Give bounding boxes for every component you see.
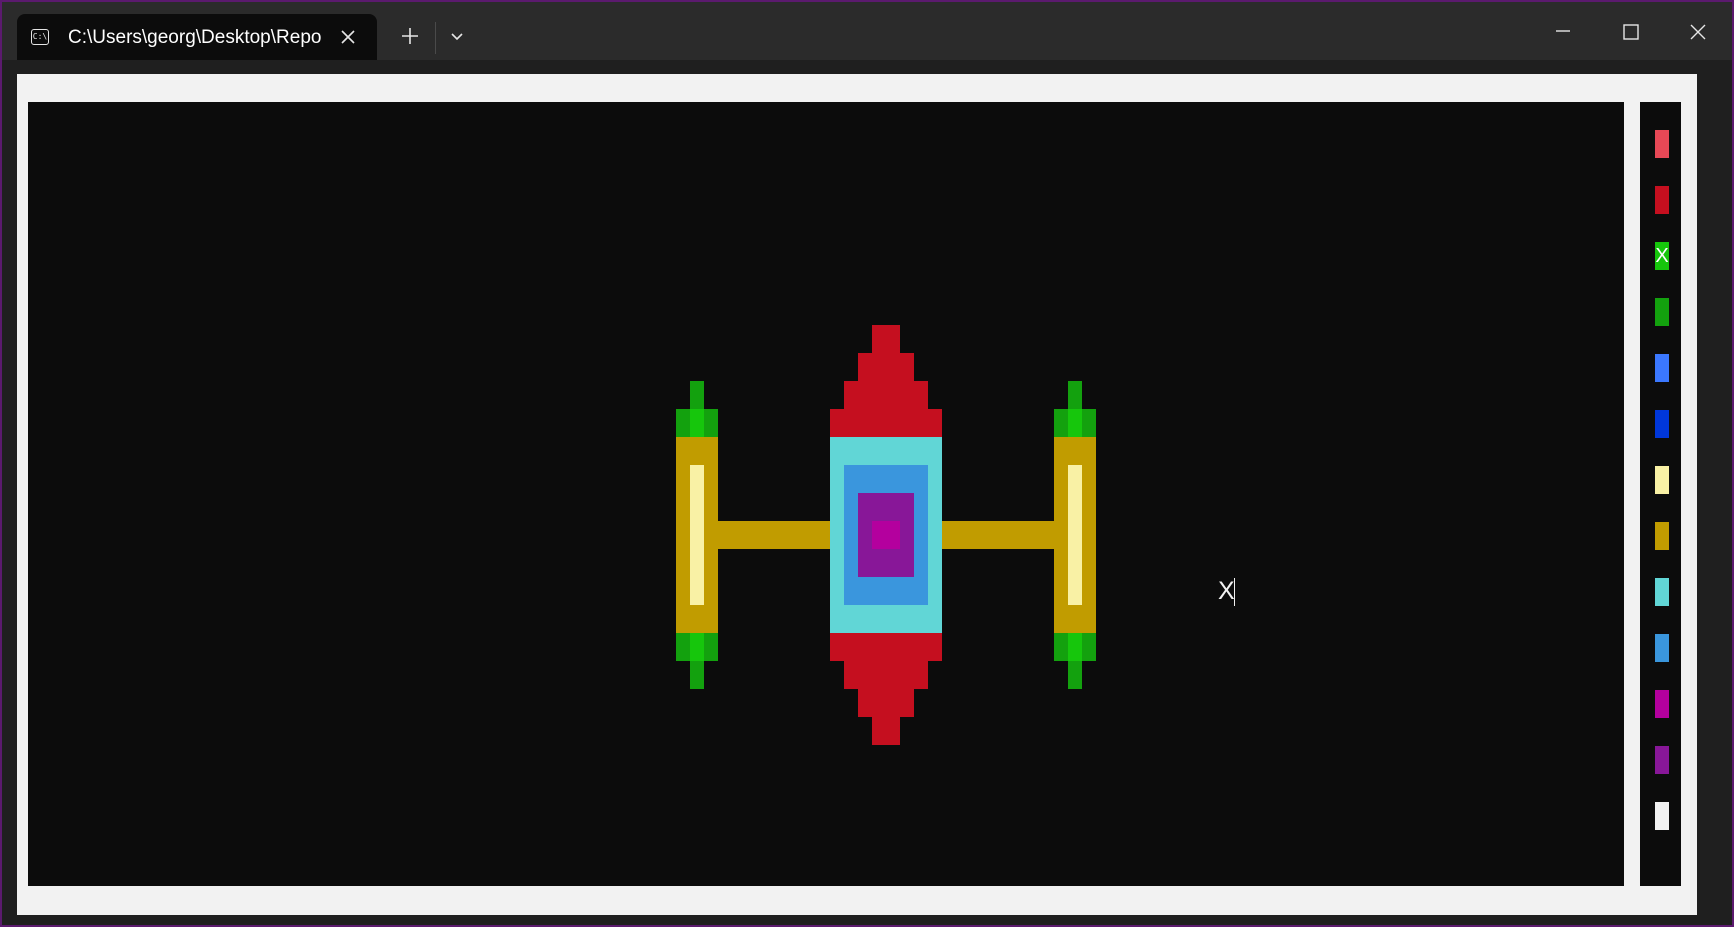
color-palette: X [1640,102,1681,886]
palette-swatch[interactable] [1655,186,1669,214]
palette-swatch[interactable] [1655,466,1669,494]
ship-pixel [690,465,704,605]
ship-pixel [690,409,704,437]
plus-icon [402,28,418,44]
ship-pixel [690,661,704,689]
ship-pixel [1082,409,1096,437]
palette-swatch[interactable] [1655,522,1669,550]
ship-pixel [690,381,704,409]
new-tab-button[interactable] [394,20,426,52]
tab-title: C:\Users\georg\Desktop\Repo [68,27,322,48]
terminal-window: C:\ C:\Users\georg\Desktop\Repo X X [2,2,1732,925]
content-area: X X [17,74,1697,915]
ship-pixel [858,689,914,717]
palette-swatch[interactable] [1655,802,1669,830]
minimize-icon [1556,30,1570,32]
palette-swatch[interactable] [1655,746,1669,774]
palette-swatch[interactable] [1655,690,1669,718]
ship-pixel [1068,633,1082,661]
ship-pixel [844,381,928,409]
ship-pixel [690,633,704,661]
ship-pixel [1068,465,1082,605]
ship-pixel [858,353,914,381]
ship-pixel [704,409,718,437]
ship-pixel [1068,661,1082,689]
ship-pixel [1068,381,1082,409]
terminal-icon: C:\ [31,29,49,45]
ship-pixel [1068,409,1082,437]
tab-separator [435,22,436,54]
ship-pixel [872,521,900,549]
title-bar: C:\ C:\Users\georg\Desktop\Repo [2,2,1732,60]
tab-close-button[interactable] [335,24,361,50]
chevron-down-icon [451,33,463,41]
ship-pixel [942,521,1054,549]
ship-pixel [844,661,928,689]
close-icon [1690,24,1706,40]
ship-pixel [704,633,718,661]
palette-swatch[interactable] [1655,634,1669,662]
text-cursor [1234,578,1235,606]
ship-pixel [676,409,690,437]
terminal-canvas[interactable]: X [28,102,1624,886]
ship-pixel [718,521,830,549]
minimize-button[interactable] [1529,2,1597,60]
maximize-button[interactable] [1597,2,1665,60]
palette-swatch[interactable] [1655,354,1669,382]
ship-pixel [872,717,900,745]
palette-swatch[interactable] [1655,578,1669,606]
close-window-button[interactable] [1664,2,1732,60]
ship-pixel [1054,409,1068,437]
ship-pixel [1082,633,1096,661]
palette-swatch[interactable] [1655,410,1669,438]
ship-pixel [830,633,942,661]
close-icon [341,30,355,44]
ship-pixel [676,633,690,661]
ship-pixel [830,409,942,437]
palette-swatch[interactable] [1655,298,1669,326]
ship-pixel [1054,633,1068,661]
cursor-character: X [1218,577,1235,605]
maximize-icon [1623,24,1639,40]
palette-swatch[interactable]: X [1655,242,1669,270]
tab-terminal[interactable]: C:\ C:\Users\georg\Desktop\Repo [17,14,377,60]
palette-swatch[interactable] [1655,130,1669,158]
tab-dropdown-button[interactable] [442,22,472,52]
ship-pixel [872,325,900,353]
